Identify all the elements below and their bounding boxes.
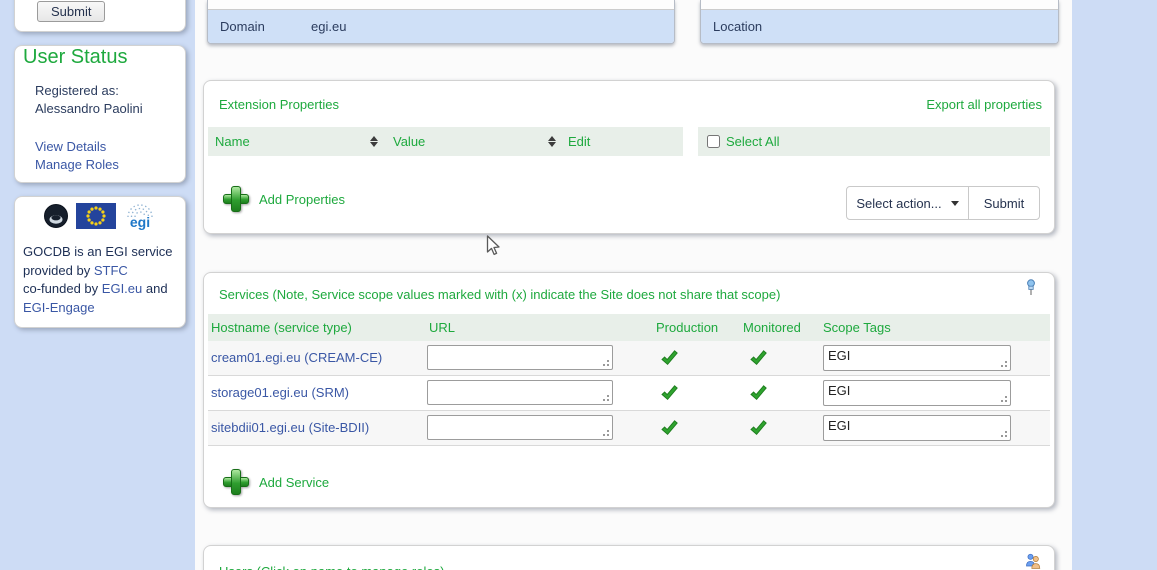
monitored-check-icon (749, 349, 768, 367)
service-row: storage01.egi.eu (SRM) EGI (208, 376, 1050, 411)
about-line3-suffix: and (142, 281, 167, 296)
production-check-icon (660, 384, 679, 402)
gocdb-page: Submit User Status Registered as: Alessa… (0, 0, 1157, 570)
location-label: Location (713, 19, 762, 34)
extension-properties-title: Extension Properties (219, 97, 339, 112)
column-header-production: Production (656, 320, 718, 335)
url-field-wrap (427, 345, 613, 370)
url-input[interactable] (427, 380, 613, 405)
site-info-cutoff-row (208, 0, 674, 10)
stfc-logo-icon (43, 203, 69, 229)
services-panel: Services (Note, Service scope values mar… (203, 272, 1055, 508)
service-hostname-link[interactable]: cream01.egi.eu (CREAM-CE) (211, 350, 382, 365)
users-icon (1025, 553, 1041, 569)
domain-row: Domain egi.eu (208, 10, 674, 43)
extension-properties-header: Name Value Edit (208, 127, 683, 156)
user-status-title: User Status (23, 46, 127, 69)
production-check-icon (660, 349, 679, 367)
add-properties-link[interactable]: Add Properties (259, 192, 345, 207)
stfc-link[interactable]: STFC (94, 263, 128, 278)
select-all-label: Select All (726, 134, 779, 149)
select-action-dropdown[interactable]: Select action... (846, 186, 969, 220)
location-info-table: Location (700, 0, 1059, 44)
about-line1: GOCDB is an EGI service (23, 244, 173, 259)
site-info-table: Domain egi.eu (207, 0, 675, 44)
about-line2-text: provided by (23, 263, 94, 278)
location-row: Location (701, 10, 1058, 43)
sort-name-icon[interactable] (370, 136, 378, 147)
add-service-link[interactable]: Add Service (259, 475, 329, 490)
scope-field-wrap: EGI (823, 380, 1011, 406)
sidebar-submit-panel: Submit (14, 0, 186, 32)
eu-flag-icon (76, 203, 116, 229)
url-field-wrap (427, 415, 613, 440)
egi-engage-link[interactable]: EGI-Engage (23, 300, 95, 315)
user-status-panel: User Status Registered as: Alessandro Pa… (14, 45, 186, 183)
manage-roles-link[interactable]: Manage Roles (35, 157, 119, 172)
scope-tags-input[interactable]: EGI (823, 380, 1011, 406)
production-check-icon (660, 419, 679, 437)
column-header-value: Value (393, 134, 425, 149)
column-header-scope-tags: Scope Tags (823, 320, 891, 335)
property-action-group: Select action... Submit (846, 186, 1040, 220)
monitored-check-icon (749, 419, 768, 437)
service-hostname-link[interactable]: sitebdii01.egi.eu (Site-BDII) (211, 420, 369, 435)
about-text: GOCDB is an EGI service provided by STFC… (23, 243, 179, 317)
export-all-properties-link[interactable]: Export all properties (926, 97, 1042, 112)
egi-eu-link[interactable]: EGI.eu (102, 281, 142, 296)
column-header-monitored: Monitored (743, 320, 801, 335)
registered-as-label: Registered as: (35, 83, 119, 98)
monitored-check-icon (749, 384, 768, 402)
service-row: sitebdii01.egi.eu (Site-BDII) EGI (208, 411, 1050, 446)
sort-value-icon[interactable] (548, 136, 556, 147)
view-details-link[interactable]: View Details (35, 139, 106, 154)
services-header: Hostname (service type) URL Production M… (208, 314, 1050, 341)
add-service-plus-icon[interactable] (223, 469, 249, 495)
add-properties-plus-icon[interactable] (223, 186, 249, 212)
domain-value: egi.eu (311, 19, 346, 34)
egi-logo-icon: egi (120, 202, 160, 230)
logo-row: egi (15, 203, 185, 233)
url-field-wrap (427, 380, 613, 405)
chevron-down-icon (951, 201, 959, 206)
url-input[interactable] (427, 415, 613, 440)
services-rows: cream01.egi.eu (CREAM-CE) EGI stor (208, 341, 1050, 446)
users-panel: Users (Click on name to manage roles) (203, 545, 1055, 570)
column-header-url: URL (429, 320, 455, 335)
scope-tags-input[interactable]: EGI (823, 415, 1011, 441)
column-header-name: Name (215, 134, 250, 149)
select-all-checkbox[interactable] (707, 135, 720, 148)
scope-field-wrap: EGI (823, 415, 1011, 441)
domain-label: Domain (220, 19, 265, 34)
registered-username: Alessandro Paolini (35, 101, 143, 116)
column-header-hostname: Hostname (service type) (211, 320, 352, 335)
url-input[interactable] (427, 345, 613, 370)
location-cutoff-row (701, 0, 1058, 10)
service-hostname-link[interactable]: storage01.egi.eu (SRM) (211, 385, 349, 400)
service-row: cream01.egi.eu (CREAM-CE) EGI (208, 341, 1050, 376)
scope-tags-input[interactable]: EGI (823, 345, 1011, 371)
services-title: Services (Note, Service scope values mar… (219, 287, 780, 302)
select-action-label: Select action... (856, 196, 941, 211)
property-submit-button[interactable]: Submit (968, 186, 1040, 220)
scope-field-wrap: EGI (823, 345, 1011, 371)
pin-icon (1025, 279, 1037, 296)
about-line3-text: co-funded by (23, 281, 102, 296)
svg-text:egi: egi (130, 214, 150, 230)
select-all-header: Select All (698, 127, 1050, 156)
extension-properties-panel: Extension Properties Export all properti… (203, 80, 1055, 234)
column-header-edit: Edit (568, 134, 590, 149)
about-panel: egi GOCDB is an EGI service provided by … (14, 196, 186, 328)
sidebar-submit-button[interactable]: Submit (37, 1, 105, 22)
users-title: Users (Click on name to manage roles) (219, 564, 444, 570)
